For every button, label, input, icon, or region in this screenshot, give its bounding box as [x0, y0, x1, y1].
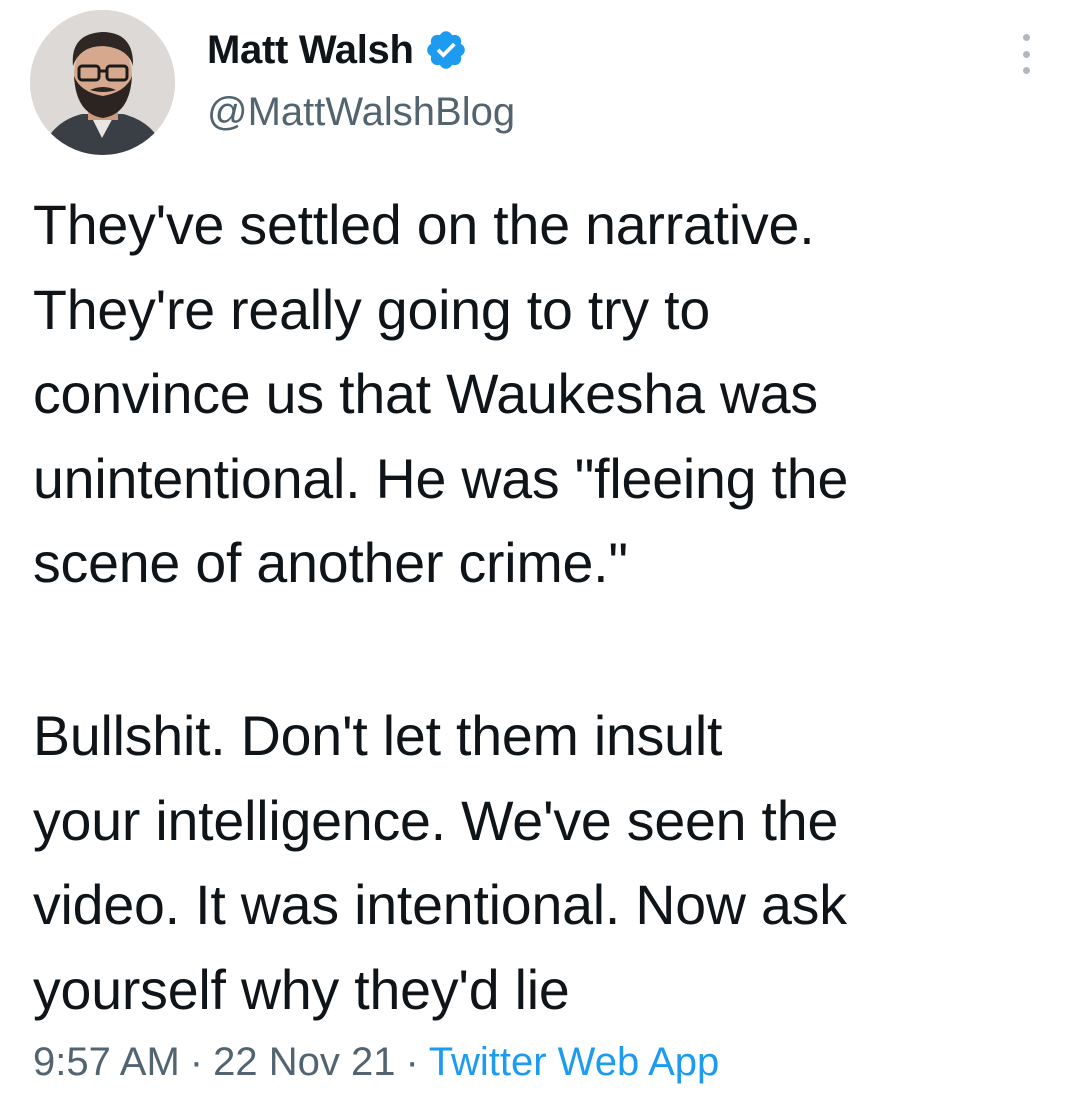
avatar[interactable] — [30, 10, 175, 155]
tweet-text-line: video. It was intentional. Now ask — [33, 874, 847, 936]
tweet-text-line: scene of another crime." — [33, 532, 628, 594]
profile-photo — [30, 10, 175, 155]
tweet-metadata: 9:57 AM · 22 Nov 21 · Twitter Web App — [33, 1040, 719, 1085]
tweet-text-line: They've settled on the narrative. — [33, 194, 815, 256]
more-vertical-icon[interactable] — [1014, 34, 1038, 74]
author-display-name[interactable]: Matt Walsh — [207, 28, 414, 73]
tweet-text-line: unintentional. He was "fleeing the — [33, 447, 849, 510]
tweet-time[interactable]: 9:57 AM — [33, 1040, 180, 1084]
more-dot — [1022, 50, 1030, 58]
author-name-row: Matt Walsh — [207, 26, 468, 74]
tweet-text-paragraph-2: Bullshit. Don't let them insult your int… — [33, 694, 847, 1032]
meta-separator: · — [405, 1040, 419, 1084]
tweet-text-paragraph-1: They've settled on the narrative. They'r… — [33, 183, 848, 606]
tweet-text-line: your intelligence. We've seen the — [33, 789, 839, 852]
tweet-text-line: convince us that Waukesha was — [33, 363, 818, 425]
tweet-text-line: yourself why they'd lie — [33, 958, 570, 1021]
tweet-text-line: They're really going to try to — [33, 278, 711, 341]
tweet-source-link[interactable]: Twitter Web App — [429, 1040, 720, 1084]
more-dot — [1022, 34, 1030, 41]
more-dot — [1022, 67, 1030, 74]
verified-badge-icon — [424, 28, 468, 72]
tweet-date[interactable]: 22 Nov 21 — [213, 1040, 395, 1084]
meta-separator: · — [189, 1040, 204, 1084]
tweet-text-line: Bullshit. Don't let them insult — [33, 705, 723, 767]
tweet: Matt Walsh @MattWalshBlog They've settle… — [0, 0, 1080, 1111]
author-handle[interactable]: @MattWalshBlog — [207, 90, 515, 135]
